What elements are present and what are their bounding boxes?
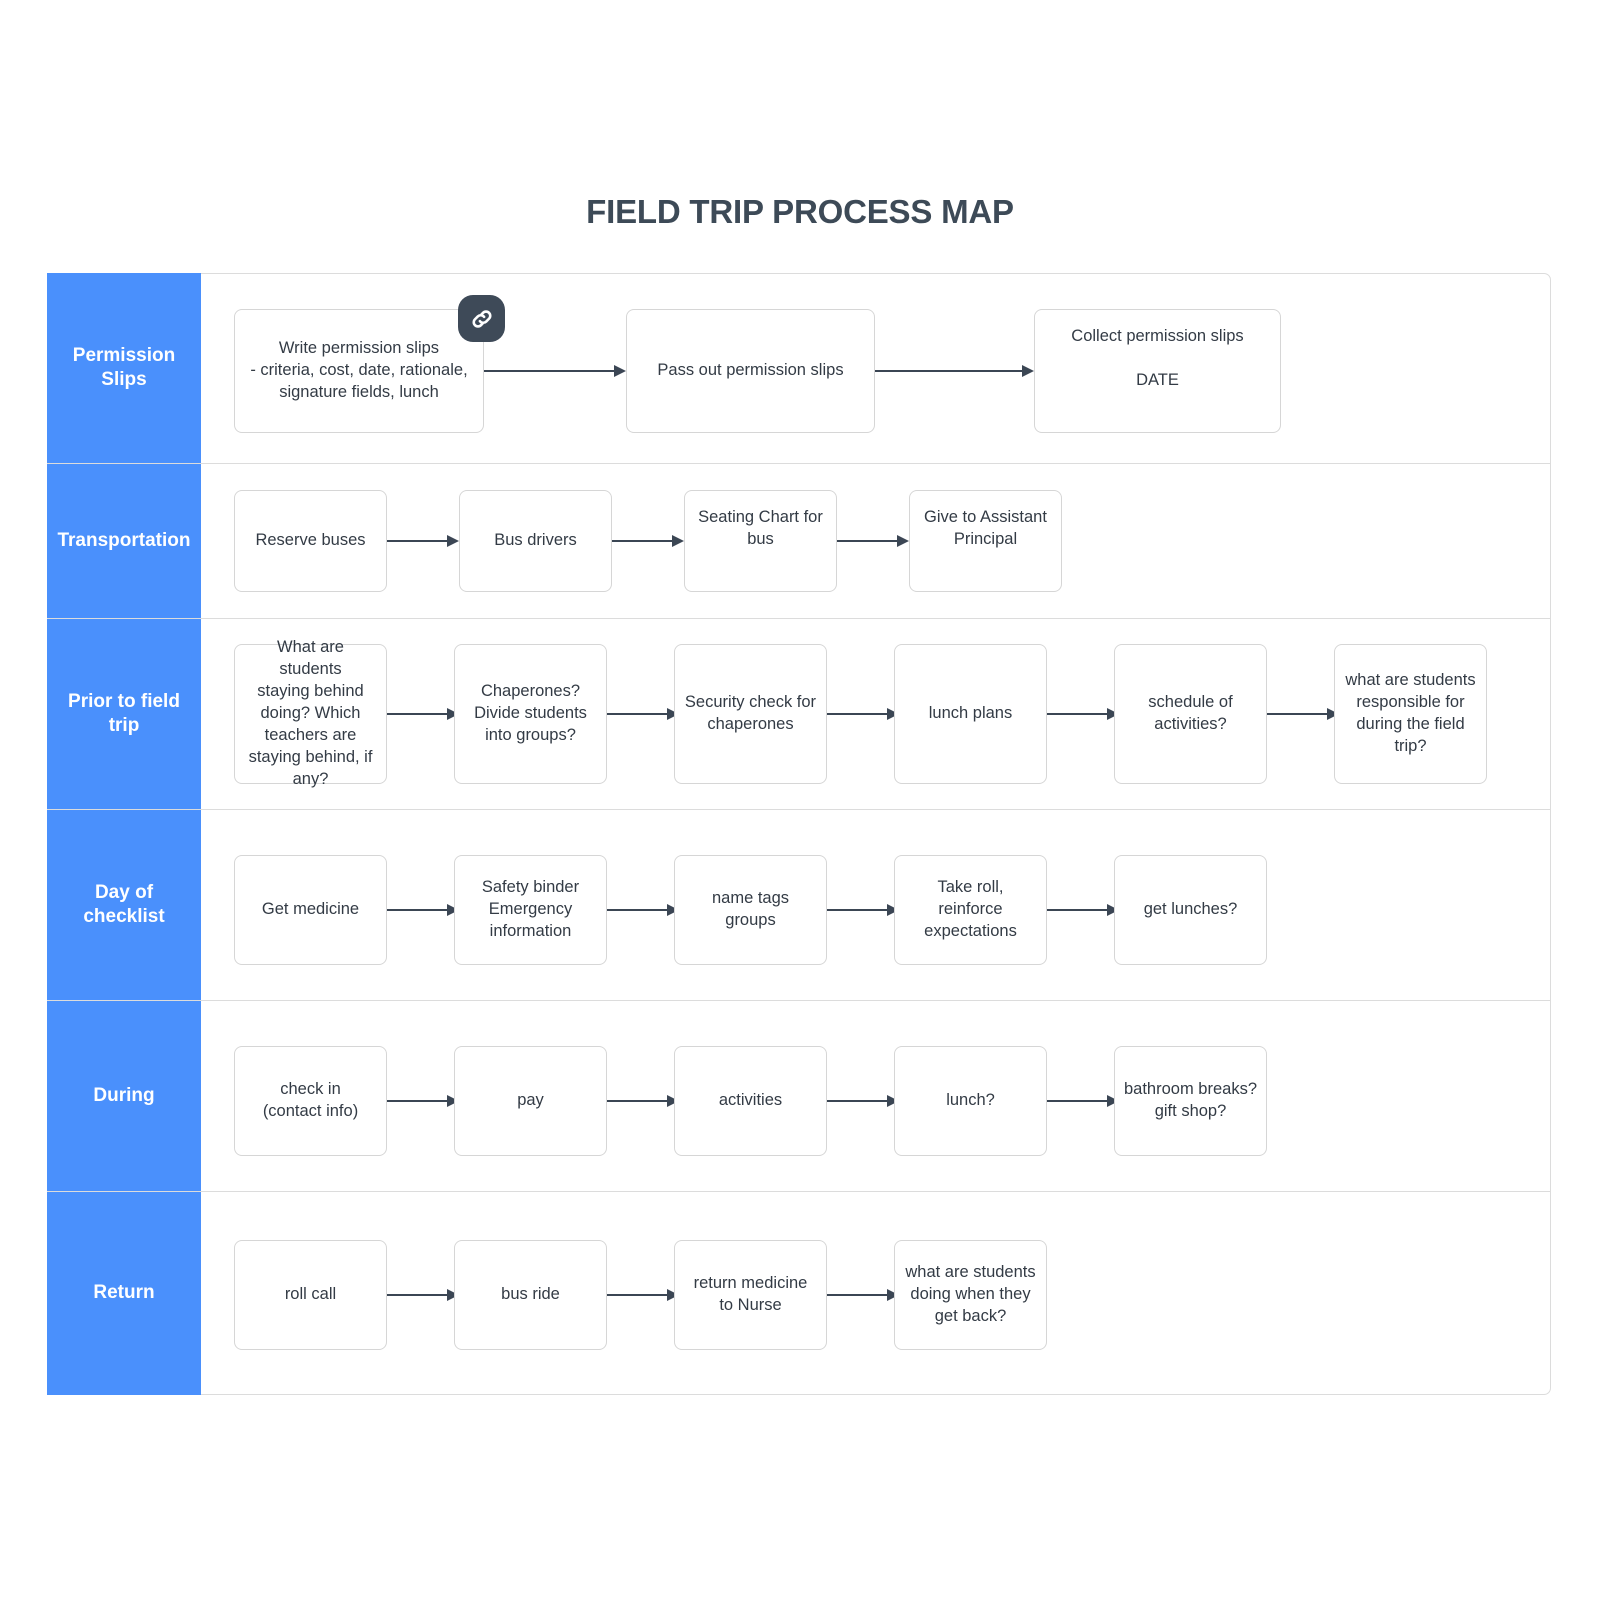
node-lunch-plans[interactable]: lunch plans <box>894 644 1047 784</box>
lane-day-of-checklist: Day of checklist Get medicine Safety bin… <box>47 810 1551 1001</box>
node-lunch[interactable]: lunch? <box>894 1046 1047 1156</box>
node-bathroom-breaks-gift-shop[interactable]: bathroom breaks? gift shop? <box>1114 1046 1267 1156</box>
connector-arrow <box>387 1095 459 1107</box>
connector-arrow <box>484 365 626 377</box>
node-return-medicine-to-nurse[interactable]: return medicine to Nurse <box>674 1240 827 1350</box>
lane-body-transportation: Reserve buses Bus drivers Seating Chart … <box>201 464 1551 618</box>
connector-arrow <box>827 1289 899 1301</box>
node-bus-drivers[interactable]: Bus drivers <box>459 490 612 592</box>
connector-arrow <box>612 535 684 547</box>
node-activities[interactable]: activities <box>674 1046 827 1156</box>
connector-arrow <box>1267 708 1339 720</box>
connector-arrow <box>837 535 909 547</box>
connector-arrow <box>607 1289 679 1301</box>
node-collect-permission-slips[interactable]: Collect permission slips DATE <box>1034 309 1281 433</box>
lane-label-prior-to-field-trip: Prior to field trip <box>47 619 201 809</box>
node-reserve-buses[interactable]: Reserve buses <box>234 490 387 592</box>
node-roll-call[interactable]: roll call <box>234 1240 387 1350</box>
node-pass-out-permission-slips[interactable]: Pass out permission slips <box>626 309 875 433</box>
node-give-to-assistant-principal[interactable]: Give to Assistant Principal <box>909 490 1062 592</box>
connector-arrow <box>607 1095 679 1107</box>
connector-arrow <box>827 1095 899 1107</box>
node-students-staying-behind[interactable]: What are students staying behind doing? … <box>234 638 387 788</box>
node-take-roll-reinforce-expectations[interactable]: Take roll, reinforce expectations <box>894 855 1047 965</box>
node-check-in-contact-info[interactable]: check in (contact info) <box>234 1046 387 1156</box>
connector-arrow <box>1047 1095 1119 1107</box>
swimlane-diagram: Permission Slips Write permission slips … <box>47 273 1551 1395</box>
connector-arrow <box>387 535 459 547</box>
lane-label-day-of-checklist: Day of checklist <box>47 810 201 1000</box>
node-students-doing-when-back[interactable]: what are students doing when they get ba… <box>894 1240 1047 1350</box>
connector-arrow <box>1047 904 1119 916</box>
node-safety-binder-emergency-information[interactable]: Safety binder Emergency information <box>454 855 607 965</box>
lane-label-during: During <box>47 1001 201 1191</box>
lane-body-prior-to-field-trip: What are students staying behind doing? … <box>201 619 1551 809</box>
lane-label-permission-slips: Permission Slips <box>47 273 201 463</box>
connector-arrow <box>827 904 899 916</box>
node-write-permission-slips[interactable]: Write permission slips - criteria, cost,… <box>234 309 484 433</box>
node-security-check-for-chaperones[interactable]: Security check for chaperones <box>674 644 827 784</box>
node-get-lunches[interactable]: get lunches? <box>1114 855 1267 965</box>
connector-arrow <box>387 708 459 720</box>
node-get-medicine[interactable]: Get medicine <box>234 855 387 965</box>
node-pay[interactable]: pay <box>454 1046 607 1156</box>
lane-body-during: check in (contact info) pay activities l… <box>201 1001 1551 1191</box>
link-icon-badge[interactable] <box>458 295 505 342</box>
node-chaperones-divide-students[interactable]: Chaperones? Divide students into groups? <box>454 644 607 784</box>
lane-during: During check in (contact info) pay activ… <box>47 1001 1551 1192</box>
lane-label-transportation: Transportation <box>47 464 201 618</box>
process-map-canvas: FIELD TRIP PROCESS MAP Permission Slips … <box>0 0 1600 1600</box>
lane-body-return: roll call bus ride return medicine to Nu… <box>201 1192 1551 1395</box>
lane-permission-slips: Permission Slips Write permission slips … <box>47 273 1551 464</box>
connector-arrow <box>607 904 679 916</box>
lane-prior-to-field-trip: Prior to field trip What are students st… <box>47 619 1551 810</box>
node-students-responsible-for[interactable]: what are students responsible for during… <box>1334 644 1487 784</box>
node-bus-ride[interactable]: bus ride <box>454 1240 607 1350</box>
connector-arrow <box>875 365 1034 377</box>
node-seating-chart-for-bus[interactable]: Seating Chart for bus <box>684 490 837 592</box>
node-schedule-of-activities[interactable]: schedule of activities? <box>1114 644 1267 784</box>
page-title: FIELD TRIP PROCESS MAP <box>586 193 1014 230</box>
connector-arrow <box>607 708 679 720</box>
lane-return: Return roll call bus ride return medicin… <box>47 1192 1551 1395</box>
lane-body-permission-slips: Write permission slips - criteria, cost,… <box>201 273 1551 463</box>
link-icon <box>472 309 491 328</box>
connector-arrow <box>387 904 459 916</box>
lane-body-day-of-checklist: Get medicine Safety binder Emergency inf… <box>201 810 1551 1000</box>
connector-arrow <box>387 1289 459 1301</box>
connector-arrow <box>1047 708 1119 720</box>
node-name-tags-groups[interactable]: name tags groups <box>674 855 827 965</box>
lane-transportation: Transportation Reserve buses Bus drivers… <box>47 464 1551 619</box>
connector-arrow <box>827 708 899 720</box>
lane-label-return: Return <box>47 1192 201 1395</box>
